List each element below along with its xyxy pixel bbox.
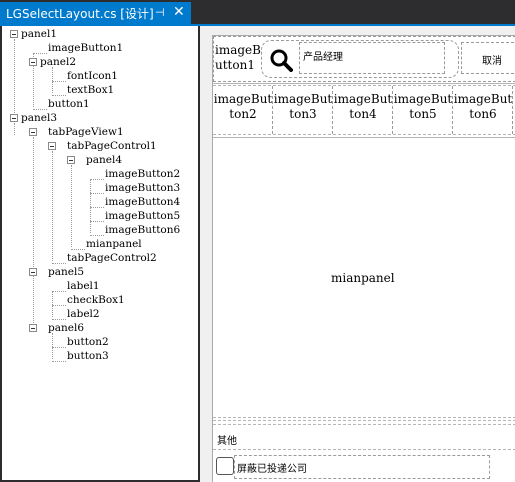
tree-node-panel6[interactable]: panel6	[48, 322, 84, 334]
collapse-toggle-icon[interactable]	[10, 30, 18, 38]
close-icon[interactable]: ✕	[173, 4, 185, 20]
mianpanel-label: mianpanel	[331, 271, 395, 285]
tree-node-tabpageview1[interactable]: tabPageView1	[48, 126, 124, 138]
tab-label-line2: ton4	[349, 107, 377, 121]
tree-node-panel2[interactable]: panel2	[40, 56, 76, 68]
tab-imagebutton4[interactable]: imageBut ton4	[333, 92, 393, 122]
tree-node-imagebutton2[interactable]: imageButton2	[105, 168, 180, 180]
tab-imagebutton6[interactable]: imageBut ton6	[453, 92, 513, 122]
collapse-toggle-icon[interactable]	[67, 156, 75, 164]
collapse-toggle-icon[interactable]	[48, 142, 56, 150]
tree-node-tabpagecontrol1[interactable]: tabPageControl1	[67, 140, 157, 152]
pin-icon[interactable]: ⊣	[155, 6, 165, 19]
collapse-toggle-icon[interactable]	[29, 58, 37, 66]
tree-node-imagebutton3[interactable]: imageButton3	[105, 182, 180, 194]
tree-node-button3[interactable]: button3	[67, 350, 109, 362]
collapse-toggle-icon[interactable]	[29, 324, 37, 332]
tab-label-line1: imageBut	[213, 92, 273, 106]
tree-node-panel1[interactable]: panel1	[21, 28, 57, 40]
tab-label-line1: imageBut	[393, 92, 453, 106]
tree-node-mianpanel[interactable]: mianpanel	[86, 238, 142, 250]
tree-node-label2[interactable]: label2	[67, 308, 100, 320]
tree-node-button1[interactable]: button1	[48, 98, 90, 110]
document-outline-tree: panel1 imageButton1 panel2 fontIcon1 tex…	[2, 26, 198, 480]
imagebutton1-label-line2: utton1	[215, 58, 255, 72]
tab-label-line2: ton2	[229, 107, 257, 121]
label1-text: 其他	[217, 436, 237, 447]
checkbox1[interactable]	[216, 457, 234, 475]
tree-node-label1[interactable]: label1	[67, 280, 100, 292]
document-tab-title: LGSelectLayout.cs [设计]	[6, 6, 154, 21]
tab-label-line1: imageBut	[333, 92, 393, 106]
search-icon[interactable]	[269, 48, 293, 72]
tree-node-imagebutton6[interactable]: imageButton6	[105, 224, 180, 236]
tab-imagebutton2[interactable]: imageBut ton2	[213, 92, 273, 122]
tab-imagebutton5[interactable]: imageBut ton5	[393, 92, 453, 122]
tree-node-panel5[interactable]: panel5	[48, 266, 84, 278]
tab-label-line1: imageBut	[273, 92, 333, 106]
cancel-button[interactable]: 取消	[461, 42, 515, 74]
tree-node-textbox1[interactable]: textBox1	[67, 84, 114, 96]
textbox1[interactable]: 产品经理	[299, 42, 445, 74]
document-tab-strip: LGSelectLayout.cs [设计] ⊣ ✕	[0, 0, 515, 24]
tab-label-line1: imageBut	[453, 92, 513, 106]
tree-node-panel3[interactable]: panel3	[21, 112, 57, 124]
tab-label-line2: ton3	[289, 107, 317, 121]
tree-node-checkbox1[interactable]: checkBox1	[67, 294, 125, 306]
document-tab[interactable]: LGSelectLayout.cs [设计] ⊣ ✕	[0, 2, 191, 24]
imagebutton1[interactable]: imageB utton1	[215, 43, 261, 73]
tree-node-imagebutton1[interactable]: imageButton1	[48, 42, 123, 54]
cancel-button-label: 取消	[482, 56, 502, 67]
tree-node-tabpagecontrol2[interactable]: tabPageControl2	[67, 252, 157, 264]
tree-node-panel4[interactable]: panel4	[86, 154, 122, 166]
collapse-toggle-icon[interactable]	[29, 128, 37, 136]
design-surface: imageB utton1 产品经理 取消 imageBut ton2 imag…	[200, 26, 515, 482]
tree-node-imagebutton5[interactable]: imageButton5	[105, 210, 180, 222]
tab-label-line2: ton5	[409, 107, 437, 121]
form-canvas: imageB utton1 产品经理 取消 imageBut ton2 imag…	[212, 35, 515, 482]
label2-text: 屏蔽已投递公司	[237, 464, 307, 475]
imagebutton1-label-line1: imageB	[215, 43, 261, 57]
label1: 其他	[217, 429, 237, 448]
tab-label-line2: ton6	[469, 107, 497, 121]
mianpanel: mianpanel	[213, 138, 515, 416]
tree-node-button2[interactable]: button2	[67, 336, 109, 348]
collapse-toggle-icon[interactable]	[29, 268, 37, 276]
tree-node-fonticon1[interactable]: fontIcon1	[67, 70, 118, 82]
textbox1-value: 产品经理	[303, 52, 343, 63]
collapse-toggle-icon[interactable]	[10, 114, 18, 122]
tab-imagebutton3[interactable]: imageBut ton3	[273, 92, 333, 122]
label2: 屏蔽已投递公司	[234, 455, 490, 479]
tree-node-imagebutton4[interactable]: imageButton4	[105, 196, 180, 208]
